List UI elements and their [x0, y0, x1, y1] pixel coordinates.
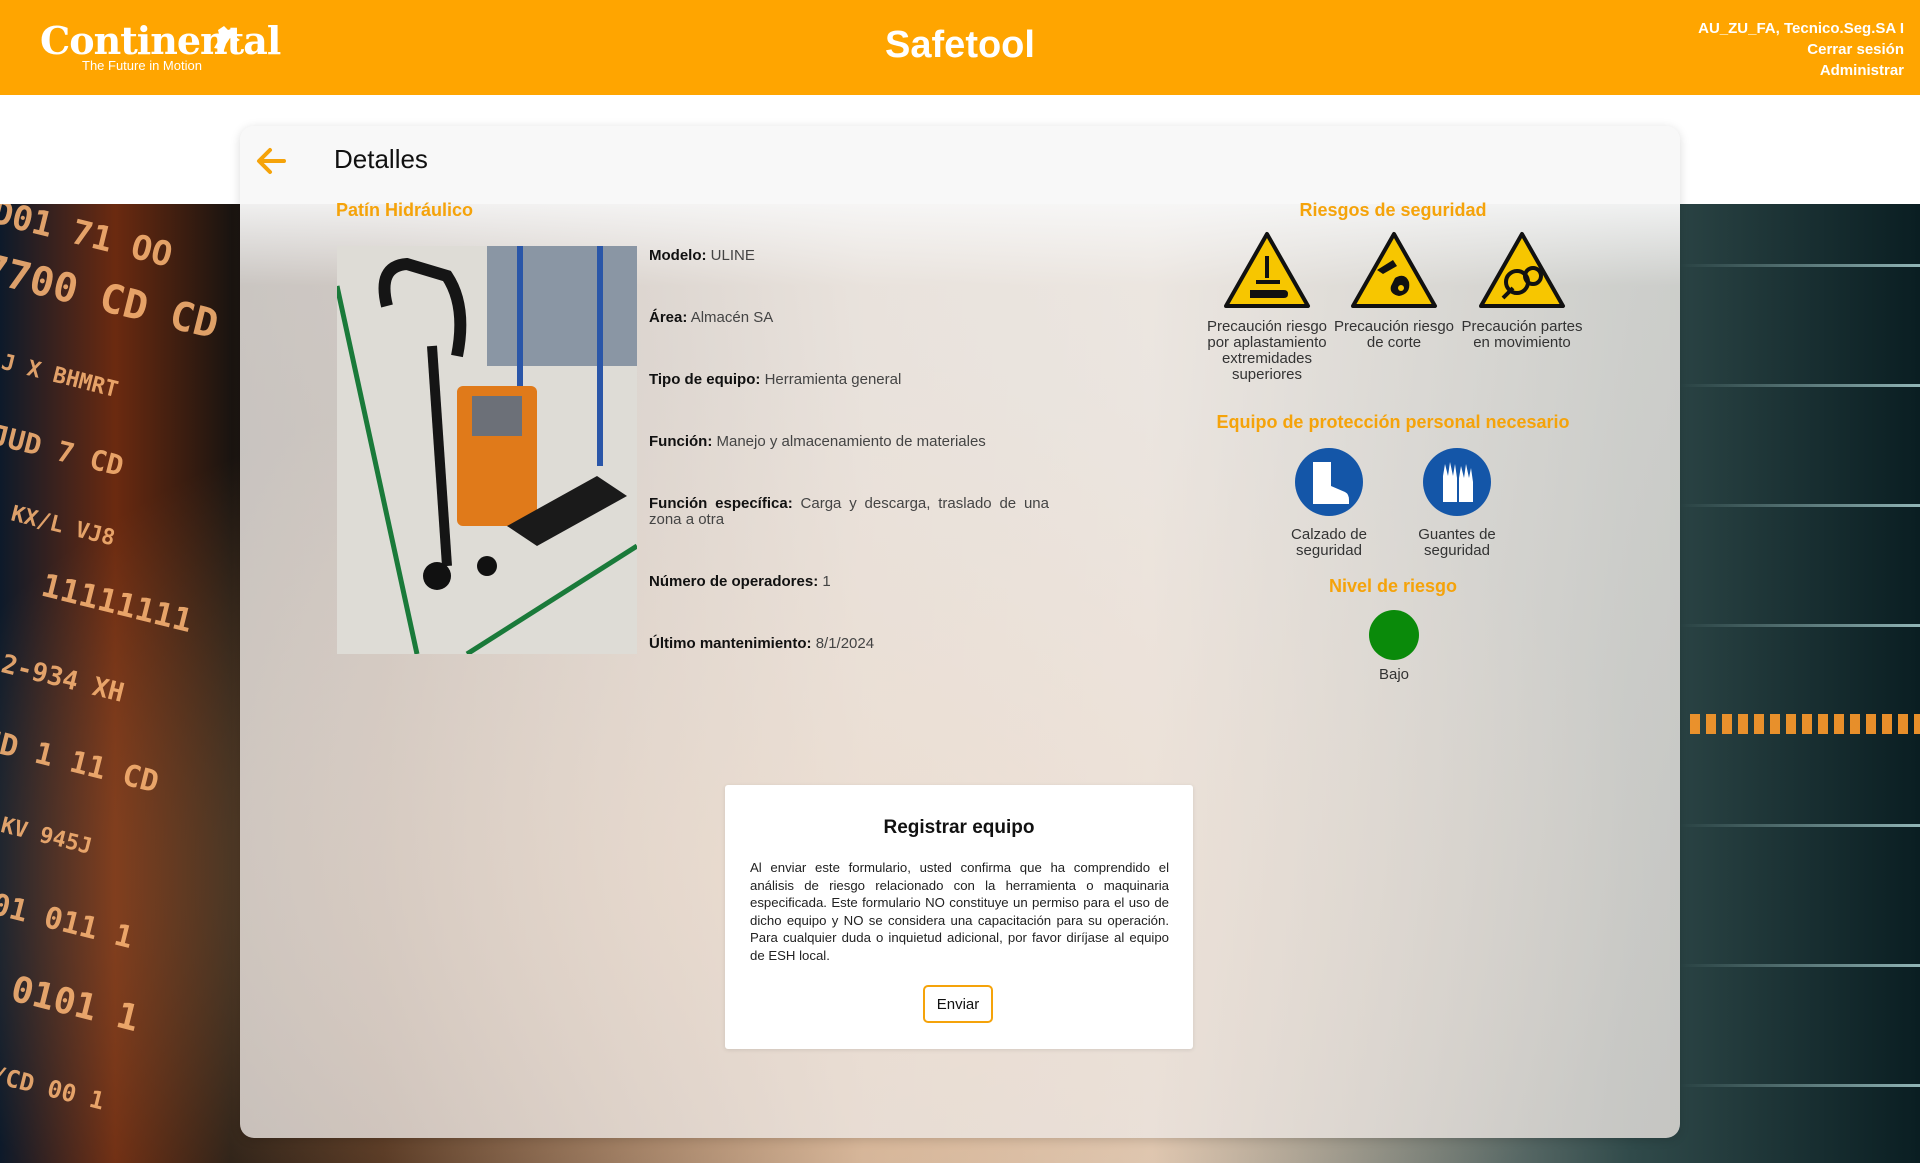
field-value: ULINE: [710, 247, 755, 264]
risk-item: Precaución riesgo por aplastamiento extr…: [1202, 230, 1332, 383]
field-label: Último mantenimiento:: [649, 635, 812, 652]
field-ultimo-mantenimiento: Último mantenimiento: 8/1/2024: [649, 636, 1049, 652]
risk-item: Precaución riesgo de corte: [1329, 230, 1459, 351]
send-button[interactable]: Enviar: [923, 985, 993, 1023]
register-panel: Registrar equipo Al enviar este formular…: [725, 785, 1193, 1049]
user-menu: AU_ZU_FA, Tecnico.Seg.SA I Cerrar sesión…: [1698, 18, 1904, 81]
risk-item: Precaución partes en movimiento: [1457, 230, 1587, 351]
risk-level-title: Nivel de riesgo: [1328, 576, 1458, 596]
logout-link[interactable]: Cerrar sesión: [1698, 39, 1904, 60]
equipment-photo: [337, 246, 637, 654]
risk-level-value: Bajo: [1378, 666, 1410, 683]
user-name: AU_ZU_FA, Tecnico.Seg.SA I: [1698, 20, 1904, 37]
background-motion-decoration: [1680, 204, 1920, 1163]
continental-logo[interactable]: Continental The Future in Motion: [40, 18, 281, 78]
field-funcion: Función: Manejo y almacenamiento de mate…: [649, 434, 1049, 450]
ppe-label: Calzado de seguridad: [1291, 526, 1367, 559]
background-digits-decoration: D01 71 OO 7700 CD CD J X BHMRT JUD 7 CD …: [0, 204, 223, 1116]
field-funcion-especifica: Función específica: Carga y descarga, tr…: [649, 496, 1049, 528]
field-label: Función específica:: [649, 495, 793, 512]
logo-wordmark: Continental: [40, 18, 281, 63]
field-label: Número de operadores:: [649, 573, 819, 590]
safety-boots-icon: [1295, 448, 1363, 516]
register-title: Registrar equipo: [883, 817, 1035, 838]
back-arrow-icon[interactable]: [254, 146, 288, 176]
field-label: Tipo de equipo:: [649, 371, 761, 388]
logo-tagline: The Future in Motion: [82, 58, 202, 73]
risk-label: Precaución riesgo de corte: [1333, 318, 1455, 351]
field-value: Herramienta general: [764, 371, 902, 388]
details-card: Detalles Patín Hidráulico Modelo: ULINE …: [240, 126, 1680, 1138]
register-disclaimer: Al enviar este formulario, usted confirm…: [750, 860, 1169, 963]
horse-icon: [214, 26, 240, 50]
field-value: 1: [822, 573, 831, 590]
field-value: Almacén SA: [690, 309, 774, 326]
risks-title: Riesgos de seguridad: [1299, 200, 1487, 220]
field-numero-operadores: Número de operadores: 1: [649, 574, 1049, 590]
app-title: Safetool: [885, 24, 1035, 66]
moving-parts-warning-icon: [1479, 232, 1565, 308]
ppe-item: Guantes de seguridad: [1392, 446, 1522, 559]
field-label: Función:: [649, 433, 713, 450]
equipment-name: Patín Hidráulico: [336, 200, 474, 220]
admin-link[interactable]: Administrar: [1698, 60, 1904, 81]
safety-gloves-icon: [1423, 448, 1491, 516]
risk-label: Precaución partes en movimiento: [1461, 318, 1583, 351]
field-label: Área:: [649, 309, 688, 326]
field-value: Manejo y almacenamiento de materiales: [716, 433, 986, 450]
field-modelo: Modelo: ULINE: [649, 248, 1049, 264]
ppe-title: Equipo de protección personal necesario: [1216, 412, 1570, 432]
page-title: Detalles: [334, 144, 428, 174]
app-header: Continental The Future in Motion Safetoo…: [0, 0, 1920, 95]
field-area: Área: Almacén SA: [649, 310, 1049, 326]
field-tipo-equipo: Tipo de equipo: Herramienta general: [649, 372, 1049, 388]
risk-label: Precaución riesgo por aplastamiento extr…: [1206, 318, 1328, 383]
field-label: Modelo:: [649, 247, 707, 264]
hand-crush-warning-icon: [1224, 232, 1310, 308]
ppe-label: Guantes de seguridad: [1418, 526, 1496, 559]
ppe-item: Calzado de seguridad: [1264, 446, 1394, 559]
cut-warning-icon: [1351, 232, 1437, 308]
risk-level-indicator: [1369, 610, 1419, 660]
field-value: 8/1/2024: [815, 635, 875, 652]
